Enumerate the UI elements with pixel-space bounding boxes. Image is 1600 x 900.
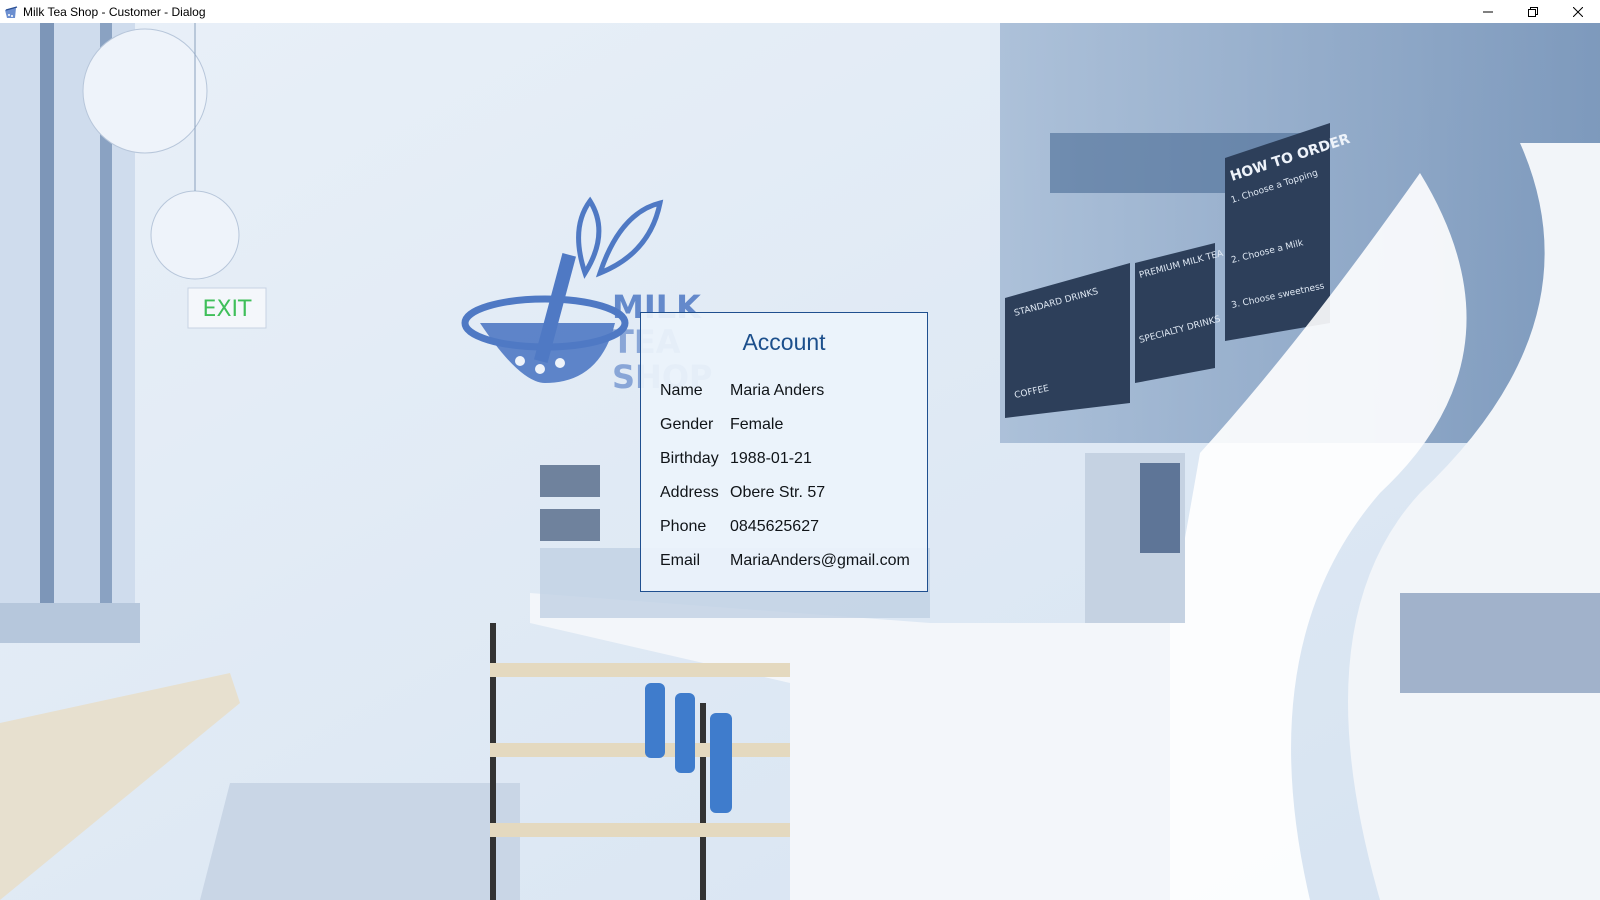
- field-row-address: Address Obere Str. 57: [660, 481, 825, 505]
- name-label: Name: [660, 382, 703, 399]
- birthday-value: 1988-01-21: [730, 450, 812, 467]
- window-title: Milk Tea Shop - Customer - Dialog: [23, 4, 206, 19]
- window-titlebar[interactable]: Milk Tea Shop - Customer - Dialog: [0, 0, 1600, 23]
- field-row-gender: Gender Female: [660, 413, 783, 437]
- gender-label: Gender: [660, 416, 714, 433]
- milk-tea-app-icon: [3, 4, 19, 20]
- email-value: MariaAnders@gmail.com: [730, 552, 910, 569]
- name-value: Maria Anders: [730, 382, 825, 399]
- email-label: Email: [660, 552, 701, 569]
- close-button[interactable]: [1555, 0, 1600, 23]
- phone-label: Phone: [660, 518, 707, 535]
- birthday-label: Birthday: [660, 450, 719, 467]
- gender-value: Female: [730, 416, 784, 433]
- close-icon: [1572, 6, 1583, 17]
- exit-sign-text: EXIT: [203, 297, 252, 322]
- client-area: EXIT MILK TEA SHOP STANDARD DRINKS PREMI…: [0, 23, 1600, 900]
- minimize-icon: [1482, 7, 1493, 17]
- field-row-name: Name Maria Anders: [660, 379, 824, 403]
- window-controls: [1465, 0, 1600, 23]
- account-dialog: Account Name Maria Anders Gender Female …: [640, 312, 928, 592]
- dialog-title: Account: [742, 329, 826, 355]
- restore-icon: [1527, 6, 1538, 17]
- phone-value: 0845625627: [730, 518, 819, 535]
- address-value: Obere Str. 57: [730, 484, 826, 501]
- field-row-birthday: Birthday 1988-01-21: [660, 447, 812, 471]
- minimize-button[interactable]: [1465, 0, 1510, 23]
- address-label: Address: [660, 484, 719, 501]
- field-row-email: Email MariaAnders@gmail.com: [660, 549, 910, 573]
- field-row-phone: Phone 0845625627: [660, 515, 819, 539]
- restore-button[interactable]: [1510, 0, 1555, 23]
